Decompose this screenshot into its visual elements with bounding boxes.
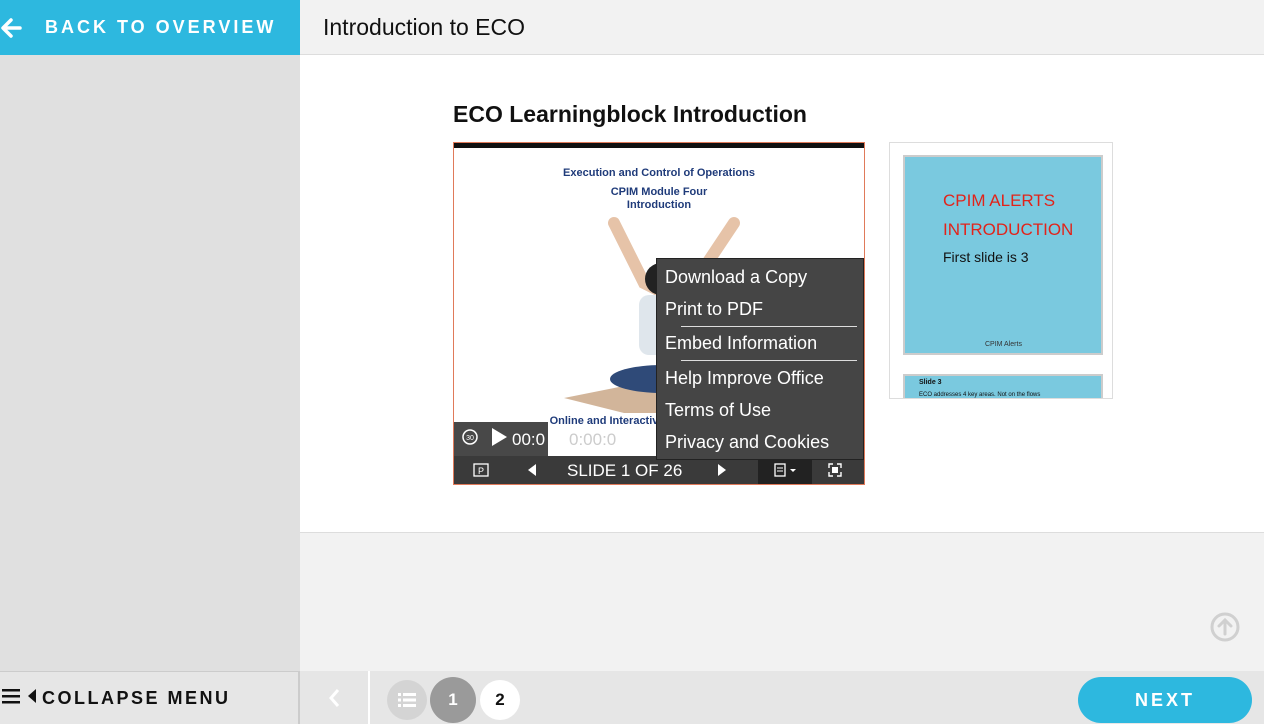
slide-thumbnails[interactable]: CPIM ALERTS INTRODUCTION First slide is … xyxy=(889,142,1113,399)
previous-slide-icon[interactable] xyxy=(522,456,542,484)
lesson-heading: ECO Learningblock Introduction xyxy=(453,101,807,127)
thumbnail-title-line: CPIM ALERTS xyxy=(943,191,1056,210)
menu-item-privacy[interactable]: Privacy and Cookies xyxy=(665,432,829,453)
slide-controls: P SLIDE 1 OF 26 xyxy=(454,456,864,484)
rewind-30-icon[interactable]: 30 xyxy=(460,427,480,452)
svg-text:30: 30 xyxy=(466,435,474,442)
hamburger-icon xyxy=(2,688,20,709)
thumbnail-slide-2[interactable]: Slide 3 ECO addresses 4 key areas. Not o… xyxy=(903,374,1103,398)
thumbnail-slide-1[interactable]: CPIM ALERTS INTRODUCTION First slide is … xyxy=(903,155,1103,355)
powerpoint-icon[interactable]: P xyxy=(470,456,492,484)
thumbnail-next-body: ECO addresses 4 key areas. Not on the fl… xyxy=(919,392,1041,398)
header: Introduction to ECO xyxy=(300,0,1264,55)
player-top-border xyxy=(454,143,864,148)
menu-divider xyxy=(681,326,857,327)
page-2-button[interactable]: 2 xyxy=(480,680,520,720)
thumbnail-next-title: Slide 3 xyxy=(919,379,942,386)
previous-page-button[interactable] xyxy=(300,671,370,724)
back-to-overview-label: BACK TO OVERVIEW xyxy=(45,17,277,37)
sidebar xyxy=(0,0,300,724)
collapse-menu-button[interactable]: COLLAPSE MENU xyxy=(0,671,300,724)
page-1-button[interactable]: 1 xyxy=(430,677,476,723)
slide-counter: SLIDE 1 OF 26 xyxy=(567,461,683,480)
menu-item-print-pdf[interactable]: Print to PDF xyxy=(665,299,763,320)
page-title: Introduction to ECO xyxy=(323,13,525,40)
menu-item-embed[interactable]: Embed Information xyxy=(665,333,817,354)
thumbnail-subtitle: First slide is 3 xyxy=(943,249,1029,265)
more-options-button[interactable] xyxy=(758,456,812,484)
collapse-menu-label: COLLAPSE MENU xyxy=(42,687,231,708)
next-slide-icon[interactable] xyxy=(712,456,732,484)
menu-divider xyxy=(681,360,857,361)
page-list-button[interactable] xyxy=(387,680,427,720)
arrow-left-icon xyxy=(0,17,22,39)
svg-text:P: P xyxy=(478,466,484,476)
thumbnail-footer: CPIM Alerts xyxy=(985,341,1022,348)
more-options-menu: Download a Copy Print to PDF Embed Infor… xyxy=(656,258,864,460)
next-button[interactable]: NEXT xyxy=(1078,677,1252,723)
play-icon[interactable] xyxy=(490,427,508,452)
thumbnail-title-line: INTRODUCTION xyxy=(943,220,1074,239)
list-icon xyxy=(398,693,416,707)
arrow-up-circle-icon xyxy=(1210,612,1240,642)
caret-left-icon xyxy=(28,688,36,708)
menu-item-terms[interactable]: Terms of Use xyxy=(665,400,771,421)
current-time: 00:0 xyxy=(512,430,546,449)
menu-item-download[interactable]: Download a Copy xyxy=(665,267,807,288)
fullscreen-icon[interactable] xyxy=(824,456,846,484)
scroll-to-top-button[interactable] xyxy=(1210,612,1240,642)
chevron-left-icon xyxy=(329,688,340,707)
slide-title-line: Execution and Control of Operations xyxy=(563,167,755,179)
back-to-overview-button[interactable]: BACK TO OVERVIEW xyxy=(0,0,300,55)
total-time: 0:00:0 xyxy=(569,430,617,449)
menu-item-help-improve[interactable]: Help Improve Office xyxy=(665,368,824,389)
